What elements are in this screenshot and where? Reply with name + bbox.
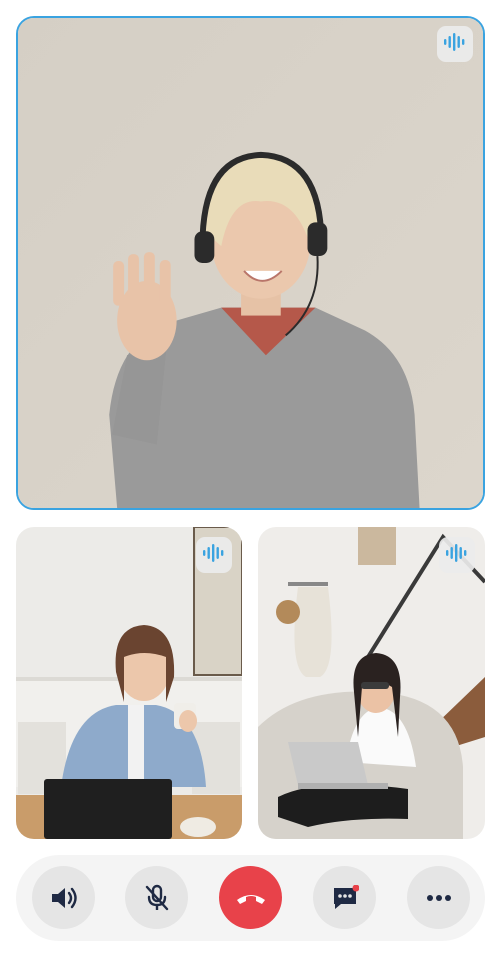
more-options-button[interactable] (407, 866, 470, 929)
audio-wave-icon (202, 543, 226, 568)
participant-video (18, 18, 483, 508)
speaker-icon (50, 886, 78, 910)
audio-wave-icon (443, 32, 467, 57)
speaking-indicator (437, 26, 473, 62)
participant-tile-left[interactable] (16, 527, 242, 839)
call-control-bar (16, 855, 485, 941)
mute-microphone-button[interactable] (125, 866, 188, 929)
more-icon (426, 894, 452, 902)
chat-icon (331, 884, 359, 911)
speaker-button[interactable] (32, 866, 95, 929)
audio-wave-icon (445, 543, 469, 568)
speaking-indicator (196, 537, 232, 573)
chat-button[interactable] (313, 866, 376, 929)
participant-video (258, 527, 485, 839)
mic-muted-icon (144, 884, 170, 912)
participant-video (16, 527, 242, 839)
end-call-button[interactable] (219, 866, 282, 929)
participant-tile-right[interactable] (258, 527, 485, 839)
main-video-tile[interactable] (16, 16, 485, 510)
end-call-icon (235, 890, 267, 906)
speaking-indicator (439, 537, 475, 573)
